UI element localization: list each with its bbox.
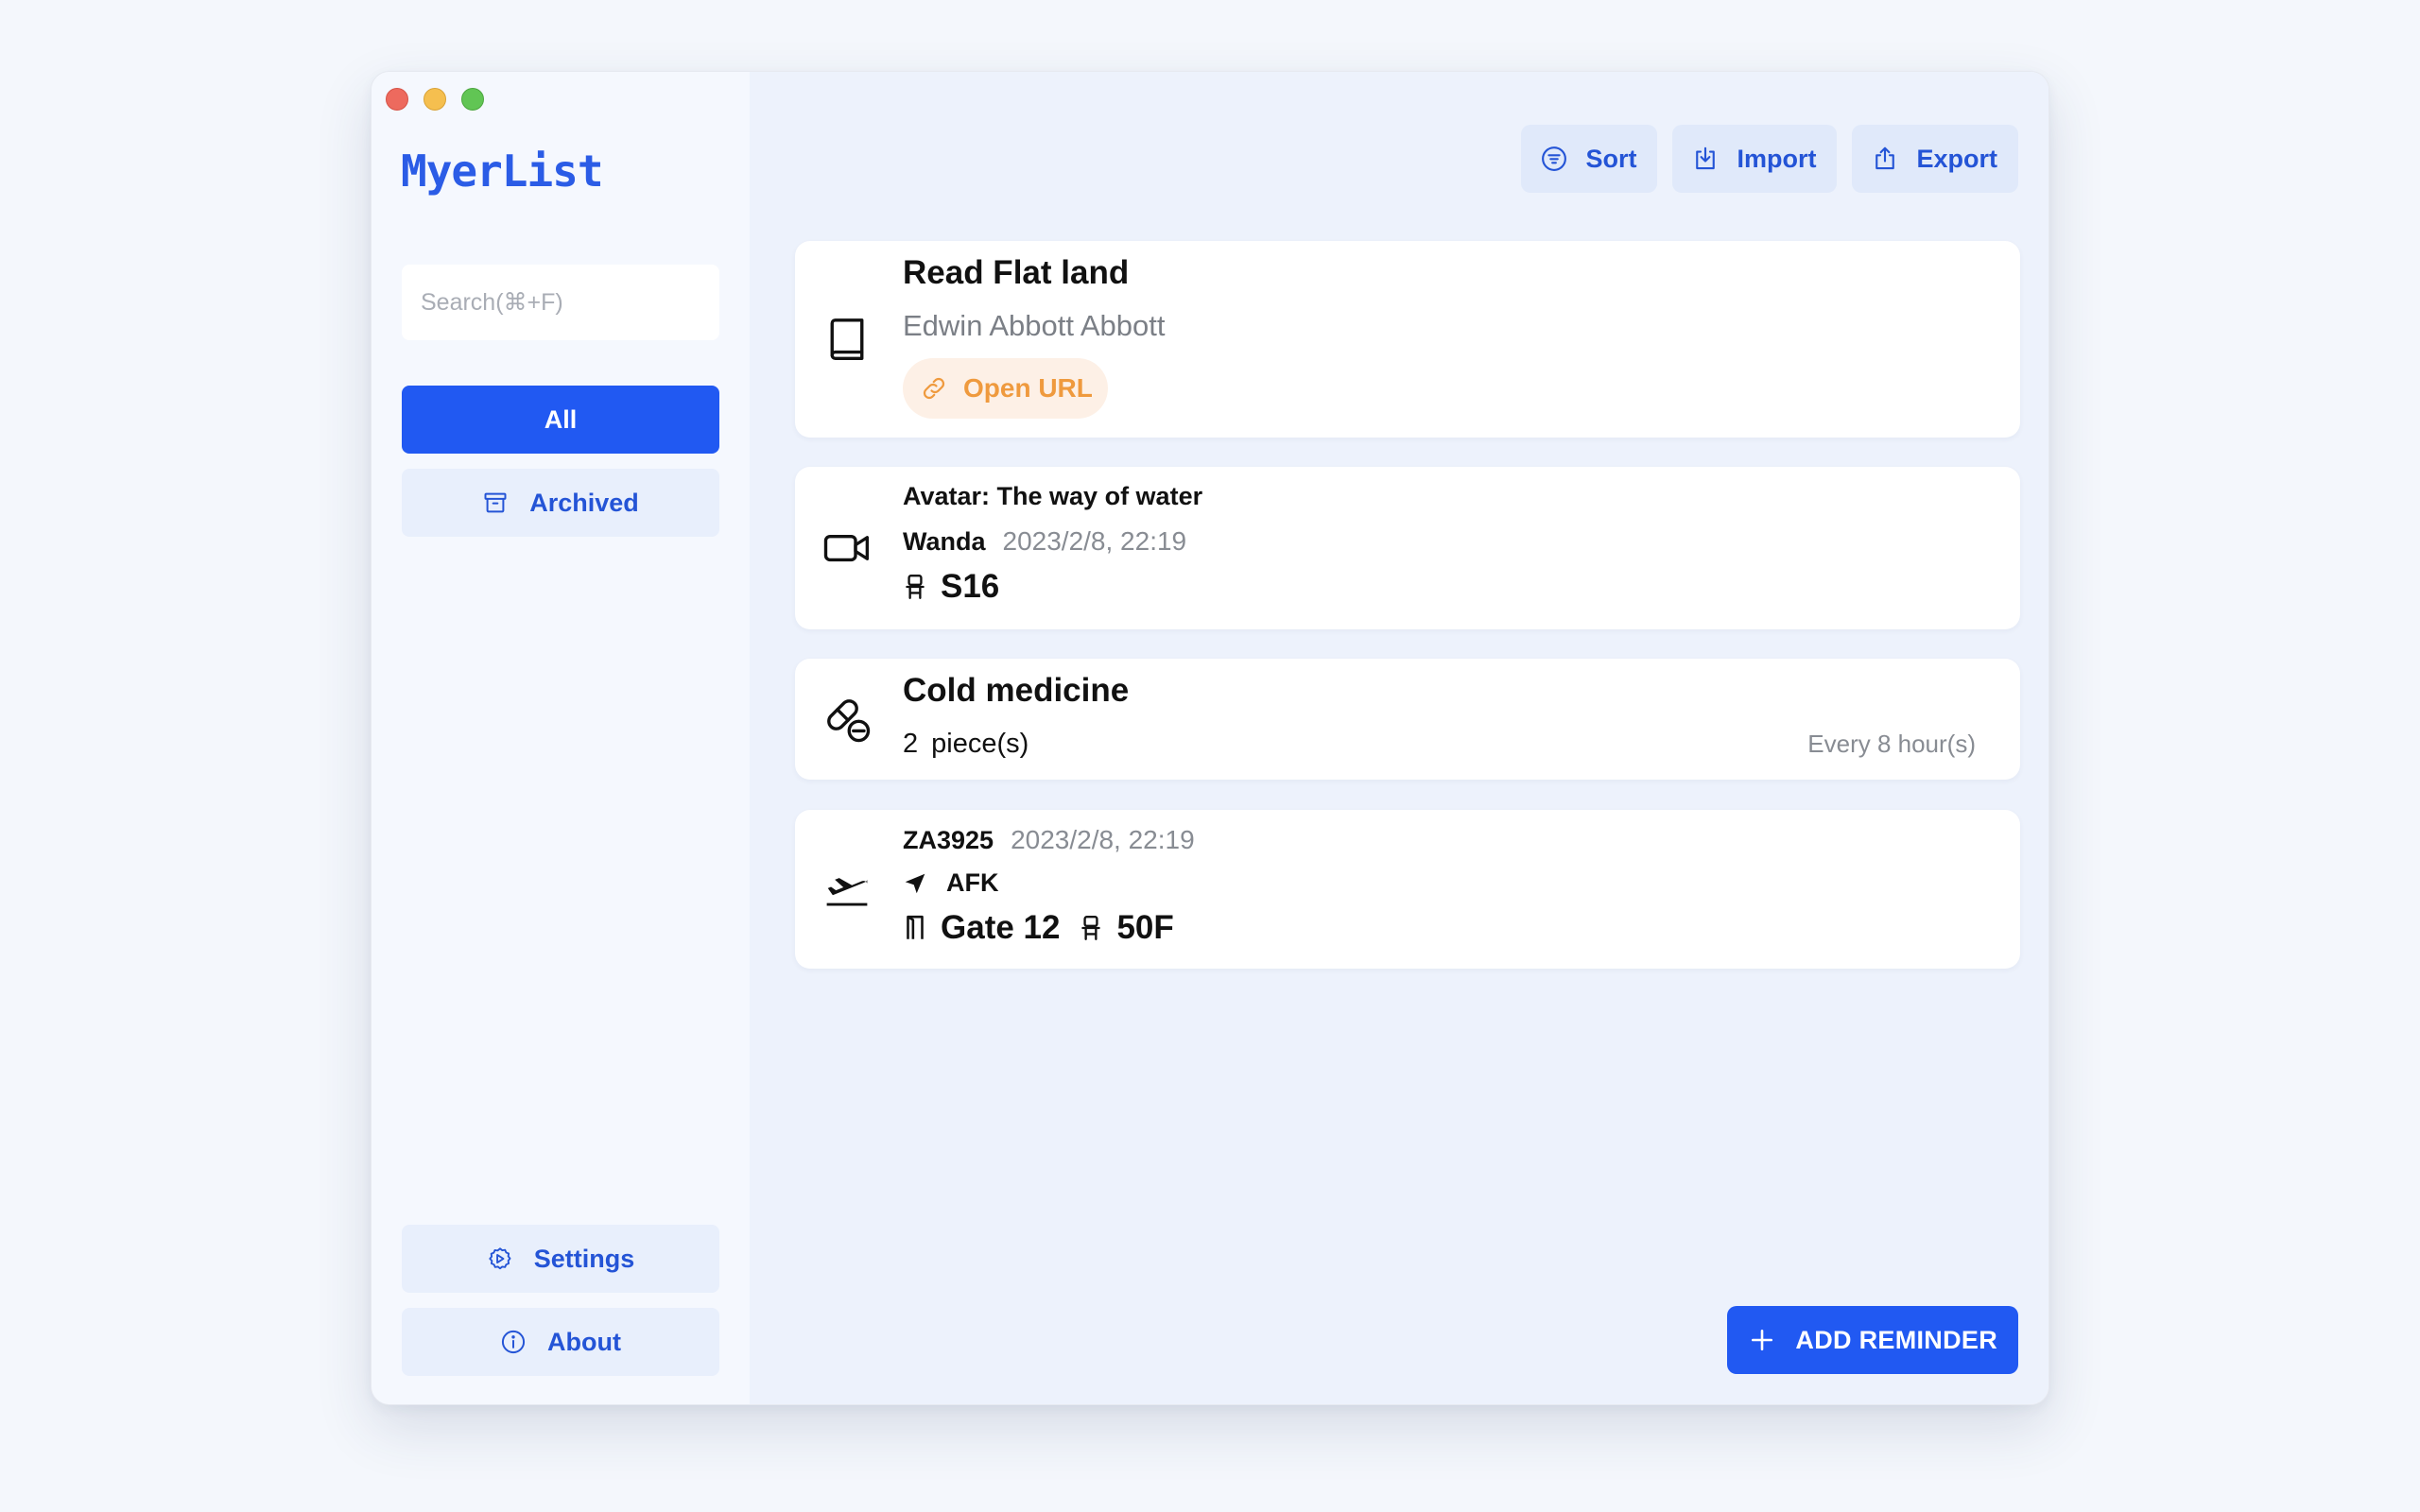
settings-label: Settings (533, 1244, 635, 1273)
dose-count: 2 (903, 729, 919, 759)
app-title: MyerList (401, 146, 604, 197)
archive-icon (484, 492, 507, 513)
nav-archived-label: Archived (529, 488, 639, 517)
dose-frequency: Every 8 hour(s) (1807, 730, 1976, 758)
plus-icon (1752, 1329, 1773, 1351)
nav-all-label: All (544, 404, 578, 434)
export-button[interactable]: Export (1852, 125, 2018, 193)
nav-archived-button[interactable]: Archived (402, 469, 719, 537)
sidebar: MyerList All Archived Settings (372, 72, 750, 1404)
reminder-card-medicine[interactable]: Cold medicine 2 piece(s) Every 8 hour(s) (795, 659, 2020, 780)
destination: AFK (946, 868, 999, 897)
info-icon (501, 1330, 526, 1354)
minimize-window-button[interactable] (424, 88, 446, 111)
airplane-departure-icon (826, 878, 868, 906)
pill-icon (827, 699, 871, 743)
gate-door-icon (907, 915, 924, 939)
reminder-title: Read Flat land (903, 254, 1130, 291)
seat-icon (1081, 916, 1101, 940)
gear-icon (489, 1247, 511, 1270)
open-url-button[interactable]: Open URL (903, 358, 1108, 419)
import-label: Import (1737, 144, 1817, 173)
reminder-title: Avatar: The way of water (903, 482, 1203, 510)
about-button[interactable]: About (402, 1308, 719, 1376)
add-reminder-button[interactable]: ADD REMINDER (1727, 1306, 2018, 1374)
app-window: MyerList All Archived Settings (371, 71, 2049, 1405)
gate-number: Gate 12 (941, 909, 1061, 946)
cinema-name: Wanda (903, 526, 986, 556)
add-reminder-label: ADD REMINDER (1795, 1325, 1997, 1354)
sort-filter-icon (1542, 146, 1567, 171)
book-icon (830, 318, 864, 360)
departure-time: 2023/2/8, 22:19 (1011, 825, 1195, 854)
import-icon (1696, 146, 1716, 170)
reminder-card-book[interactable]: Read Flat land Edwin Abbott Abbott Open … (795, 241, 2020, 438)
video-camera-icon (823, 534, 870, 562)
reminder-card-movie[interactable]: Avatar: The way of water Wanda 2023/2/8,… (795, 467, 2020, 629)
seat-icon (906, 575, 925, 599)
nav-all-button[interactable]: All (402, 386, 719, 454)
seat-number: S16 (941, 568, 1000, 605)
share-export-icon (1876, 146, 1895, 170)
location-arrow-icon (905, 873, 925, 893)
sort-label: Sort (1585, 144, 1637, 173)
flight-number: ZA3925 (903, 825, 994, 854)
main-content: Sort Import Export Read Flat land Edwin … (750, 72, 2048, 1404)
zoom-window-button[interactable] (461, 88, 484, 111)
book-author: Edwin Abbott Abbott (903, 309, 1166, 342)
close-window-button[interactable] (386, 88, 408, 111)
import-button[interactable]: Import (1672, 125, 1838, 193)
seat-number: 50F (1116, 909, 1174, 946)
reminder-card-flight[interactable]: ZA3925 2023/2/8, 22:19 AFK Gate 12 50F (795, 810, 2020, 969)
search-input[interactable] (402, 265, 719, 340)
link-icon (923, 377, 945, 400)
export-label: Export (1916, 144, 1997, 173)
about-label: About (547, 1327, 621, 1356)
sort-button[interactable]: Sort (1521, 125, 1658, 193)
toolbar: Sort Import Export (1521, 125, 2018, 193)
window-controls (386, 88, 484, 111)
open-url-label: Open URL (963, 373, 1093, 403)
showtime: 2023/2/8, 22:19 (1002, 526, 1187, 556)
settings-button[interactable]: Settings (402, 1225, 719, 1293)
dose-unit: piece(s) (931, 729, 1029, 759)
reminder-title: Cold medicine (903, 672, 1130, 709)
